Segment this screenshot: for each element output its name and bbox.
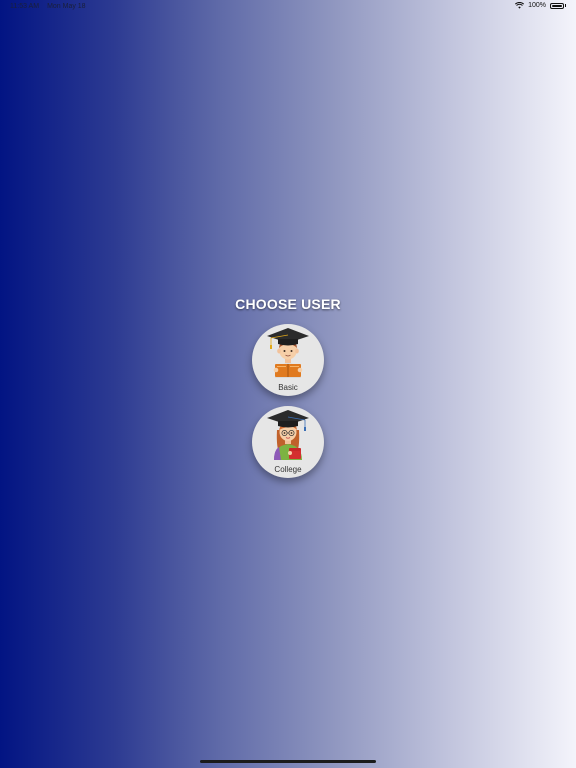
basic-user-label: Basic bbox=[278, 383, 298, 392]
home-indicator[interactable] bbox=[200, 760, 376, 763]
battery-percent: 100% bbox=[528, 2, 546, 9]
student-boy-graduate-icon bbox=[267, 328, 309, 378]
battery-tip bbox=[565, 4, 566, 7]
college-user-label: College bbox=[274, 465, 302, 474]
status-bar: 11:53 AM Mon May 18 100% bbox=[0, 0, 576, 14]
student-girl-graduate-icon bbox=[267, 410, 309, 460]
wifi-icon bbox=[515, 2, 525, 9]
status-time: 11:53 AM bbox=[10, 3, 40, 10]
basic-user-button[interactable]: Basic bbox=[252, 324, 324, 396]
status-right: 100% bbox=[515, 2, 566, 9]
status-date: Mon May 18 bbox=[47, 3, 86, 10]
status-left: 11:53 AM Mon May 18 bbox=[10, 3, 86, 10]
battery-fill bbox=[552, 4, 562, 7]
choose-user-title: CHOOSE USER bbox=[235, 296, 341, 312]
battery-icon bbox=[550, 2, 564, 9]
college-user-button[interactable]: College bbox=[252, 406, 324, 478]
